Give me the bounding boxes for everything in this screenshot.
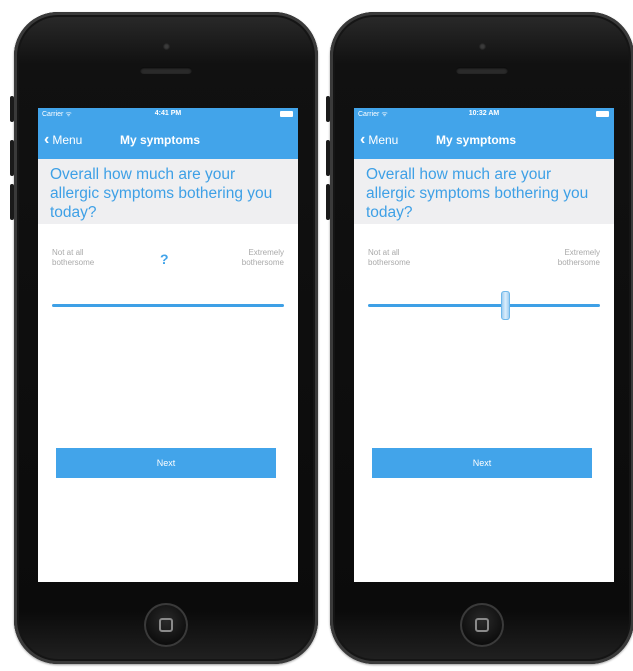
page-title: My symptoms xyxy=(436,133,517,147)
battery-icon xyxy=(596,111,609,117)
home-button[interactable] xyxy=(460,603,504,647)
chevron-left-icon: ‹ xyxy=(360,131,366,148)
clock: 10:32 AM xyxy=(468,110,500,117)
chevron-left-icon: ‹ xyxy=(44,131,50,148)
front-camera xyxy=(163,43,170,50)
scale-max-label: Extremely bothersome xyxy=(557,248,600,267)
question-text: Overall how much are your allergic sympt… xyxy=(366,166,589,221)
volume-up-button xyxy=(326,140,330,176)
page-title: My symptoms xyxy=(120,133,201,147)
navigation-bar: ‹ Menu My symptoms xyxy=(38,121,298,159)
mute-switch xyxy=(326,96,330,122)
question-band: Overall how much are your allergic sympt… xyxy=(354,159,614,224)
scale-max-label: Extremely bothersome xyxy=(241,248,284,267)
question-text: Overall how much are your allergic sympt… xyxy=(50,166,273,221)
phone-right: Carrier ᯤ 10:32 AM ‹ Menu My symptoms Ov… xyxy=(326,12,633,664)
home-button-icon xyxy=(475,618,489,632)
mute-switch xyxy=(10,96,14,122)
scale-min-label: Not at all bothersome xyxy=(368,248,411,267)
severity-slider[interactable] xyxy=(368,291,600,320)
volume-down-button xyxy=(10,184,14,220)
symptom-scale: Not at all bothersome ? Extremely bother… xyxy=(38,224,298,324)
volume-up-button xyxy=(10,140,14,176)
volume-down-button xyxy=(326,184,330,220)
scale-min-label: Not at all bothersome xyxy=(52,248,95,267)
question-band: Overall how much are your allergic sympt… xyxy=(38,159,298,224)
back-label: Menu xyxy=(52,133,83,147)
screen: Carrier ᯤ 4:41 PM ‹ Menu My symptoms Ove… xyxy=(38,108,298,582)
phone-left: Carrier ᯤ 4:41 PM ‹ Menu My symptoms Ove… xyxy=(10,12,318,664)
clock: 4:41 PM xyxy=(154,110,182,117)
home-button-icon xyxy=(159,618,173,632)
symptom-scale: Not at all bothersome Extremely botherso… xyxy=(354,224,614,324)
front-camera xyxy=(479,43,486,50)
back-label: Menu xyxy=(368,133,399,147)
battery-icon xyxy=(280,111,293,117)
carrier-label: Carrier ᯤ xyxy=(358,111,388,118)
slider-thumb[interactable] xyxy=(500,291,510,320)
home-button[interactable] xyxy=(144,603,188,647)
navigation-bar: ‹ Menu My symptoms xyxy=(354,121,614,159)
status-bar: Carrier ᯤ 4:41 PM xyxy=(38,108,298,121)
status-bar: Carrier ᯤ 10:32 AM xyxy=(354,108,614,121)
carrier-label: Carrier ᯤ xyxy=(42,111,72,118)
next-button[interactable]: Next xyxy=(56,448,276,478)
earpiece-speaker xyxy=(456,67,508,74)
unset-value-marker: ? xyxy=(160,251,169,267)
next-button[interactable]: Next xyxy=(372,448,592,478)
screen: Carrier ᯤ 10:32 AM ‹ Menu My symptoms Ov… xyxy=(354,108,614,582)
back-button[interactable]: ‹ Menu xyxy=(360,131,399,148)
earpiece-speaker xyxy=(140,67,192,74)
severity-slider[interactable] xyxy=(52,304,284,307)
back-button[interactable]: ‹ Menu xyxy=(44,131,83,148)
